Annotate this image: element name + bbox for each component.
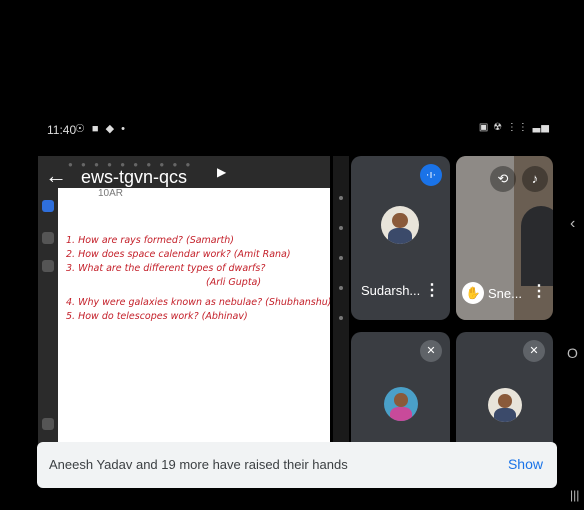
note-line: (Arli Gupta) xyxy=(206,277,262,288)
more-options-icon[interactable]: ⋮ xyxy=(531,281,547,301)
eraser-tool-icon xyxy=(42,418,54,430)
rail-dot xyxy=(339,316,343,320)
chevron-left-icon[interactable]: ‹ xyxy=(570,215,575,233)
rail-dot xyxy=(339,286,343,290)
more-options-icon[interactable]: ⋮ xyxy=(424,280,440,300)
text-tool-icon xyxy=(42,260,54,272)
avatar xyxy=(381,206,419,244)
mic-muted-icon: ✕ xyxy=(523,340,545,362)
raised-hands-snackbar: Aneesh Yadav and 19 more have raised the… xyxy=(37,442,557,488)
home-icon[interactable]: O xyxy=(567,345,578,361)
chevron-right-icon[interactable]: ▶ xyxy=(217,165,226,179)
whiteboard-notes: 1. How are rays formed? (Samarth) 2. How… xyxy=(66,234,330,324)
meeting-code[interactable]: ews-tgvn-qcs xyxy=(81,167,187,188)
whiteboard-header: 10AR xyxy=(98,188,124,199)
rail-dot xyxy=(339,196,343,200)
rail-dot xyxy=(339,256,343,260)
back-arrow-icon[interactable]: ← xyxy=(45,163,67,189)
avatar xyxy=(384,387,418,421)
participant-tile[interactable]: ·ı· Sudarsh... ⋮ xyxy=(351,156,450,320)
note-line: 1. How are rays formed? (Samarth) xyxy=(66,235,234,246)
status-bar: 11:40 ☉ ■ ◆ • ▣ ☢ ⋮⋮ ▃▅ xyxy=(33,116,564,142)
pen-tool-icon xyxy=(42,200,54,212)
system-icons: ▣ ☢ ⋮⋮ ▃▅ xyxy=(478,122,550,133)
shape-tool-icon xyxy=(42,232,54,244)
notification-icons: ☉ ■ ◆ • xyxy=(75,123,127,135)
rail-dot xyxy=(339,226,343,230)
status-time: 11:40 xyxy=(47,123,77,137)
shared-whiteboard: ● ● ● ● ● ● ● ● ● ● 10AR 1. How are rays… xyxy=(38,156,330,461)
participant-tile[interactable]: ⟲ ♪ ✋ Sne... ⋮ xyxy=(456,156,553,320)
note-line: 5. How do telescopes work? (Abhinav) xyxy=(66,311,248,322)
note-line: 3. What are the different types of dwarf… xyxy=(66,263,266,274)
participant-name: Sne... xyxy=(488,286,522,301)
recent-apps-icon[interactable]: ||| xyxy=(570,488,579,502)
note-line: 2. How does space calendar work? (Amit R… xyxy=(66,249,291,260)
show-button[interactable]: Show xyxy=(508,456,543,472)
speaker-icon[interactable]: ♪ xyxy=(522,166,548,192)
avatar xyxy=(488,388,522,422)
whiteboard-sidebar xyxy=(38,188,58,461)
participant-video xyxy=(521,206,553,286)
note-line: 4. Why were galaxies known as nebulae? (… xyxy=(66,297,330,308)
raised-hand-icon: ✋ xyxy=(462,282,484,304)
mic-muted-icon: ✕ xyxy=(420,340,442,362)
switch-camera-icon[interactable]: ⟲ xyxy=(490,166,516,192)
participant-name: Sudarsh... xyxy=(361,283,421,298)
speaking-indicator-icon: ·ı· xyxy=(420,164,442,186)
snackbar-message: Aneesh Yadav and 19 more have raised the… xyxy=(49,457,348,472)
whiteboard-tool-rail xyxy=(333,156,349,461)
